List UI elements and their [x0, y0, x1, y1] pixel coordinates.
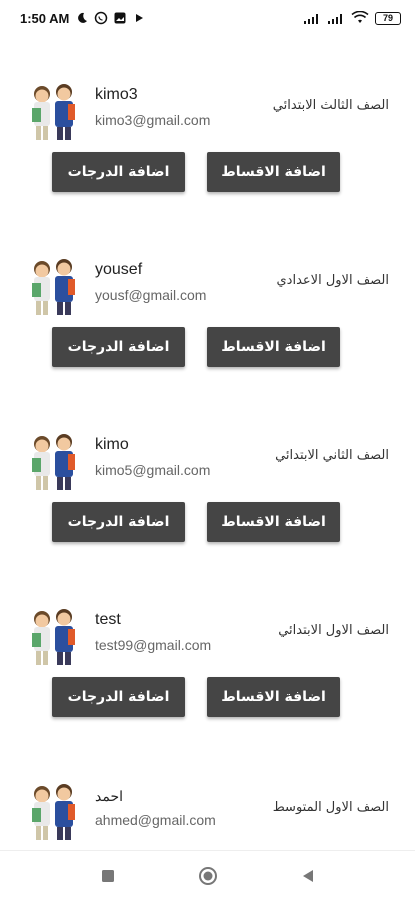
student-name: yousef: [95, 261, 143, 278]
student-email: test99@gmail.com: [95, 637, 212, 653]
wifi-icon: [351, 11, 369, 23]
navigation-bar: [0, 850, 415, 900]
student-grade: الصف الثالث الابتدائي: [272, 98, 389, 113]
student-name: kimo3: [95, 86, 138, 103]
add-grades-button[interactable]: اضافة الدرجات: [52, 152, 185, 192]
add-grades-button[interactable]: اضافة الدرجات: [52, 677, 185, 717]
student-grade: الصف الاول الاعدادي: [276, 273, 390, 288]
moon-icon: [78, 12, 88, 23]
student-avatar-icon: [32, 259, 75, 315]
square-icon: [101, 869, 114, 882]
student-grade: الصف الثاني الابتدائي: [275, 448, 389, 463]
student-name: test: [95, 611, 121, 628]
student-card: yousef yousf@gmail.com الصف الاول الاعدا…: [0, 251, 415, 411]
student-avatar-icon: [32, 784, 75, 840]
signal-icon: [304, 14, 318, 24]
status-bar: 1:50 AM 79: [0, 0, 415, 36]
status-time: 1:50 AM: [20, 10, 70, 26]
student-avatar-icon: [32, 434, 75, 490]
student-name: احمد: [95, 788, 123, 804]
battery-icon: 79: [375, 11, 401, 25]
back-triangle-icon: [302, 869, 313, 882]
student-card: test test99@gmail.com الصف الاول الابتدا…: [0, 601, 415, 761]
gallery-icon: [114, 12, 126, 24]
student-grade: الصف الاول الابتدائي: [278, 623, 389, 638]
add-installments-button[interactable]: اضافة الاقساط: [207, 677, 340, 717]
student-avatar-icon: [32, 84, 75, 140]
student-avatar-icon: [32, 609, 75, 665]
play-icon: [136, 14, 144, 22]
status-right: 79: [303, 11, 401, 25]
student-list[interactable]: kimo3 kimo3@gmail.com الصف الثالث الابتد…: [0, 36, 415, 850]
student-card: احمد ahmed@gmail.com الصف الاول المتوسط: [0, 776, 415, 850]
signal-icon: [328, 14, 342, 24]
status-icons-left: [75, 11, 146, 25]
student-email: kimo5@gmail.com: [95, 462, 211, 478]
circle-icon: [198, 866, 217, 885]
add-grades-button[interactable]: اضافة الدرجات: [52, 327, 185, 367]
student-email: ahmed@gmail.com: [95, 812, 216, 828]
add-grades-button[interactable]: اضافة الدرجات: [52, 502, 185, 542]
whatsapp-icon: [95, 11, 108, 25]
student-card: kimo3 kimo3@gmail.com الصف الثالث الابتد…: [0, 76, 415, 236]
student-email: yousf@gmail.com: [95, 287, 207, 303]
student-name: kimo: [95, 436, 129, 453]
student-grade: الصف الاول المتوسط: [272, 800, 389, 815]
status-left: 1:50 AM: [20, 11, 146, 26]
home-button[interactable]: [198, 866, 218, 886]
add-installments-button[interactable]: اضافة الاقساط: [207, 152, 340, 192]
student-email: kimo3@gmail.com: [95, 112, 211, 128]
add-installments-button[interactable]: اضافة الاقساط: [207, 327, 340, 367]
recents-button[interactable]: [98, 866, 118, 886]
add-installments-button[interactable]: اضافة الاقساط: [207, 502, 340, 542]
student-card: kimo kimo5@gmail.com الصف الثاني الابتدا…: [0, 426, 415, 586]
back-button[interactable]: [298, 866, 318, 886]
